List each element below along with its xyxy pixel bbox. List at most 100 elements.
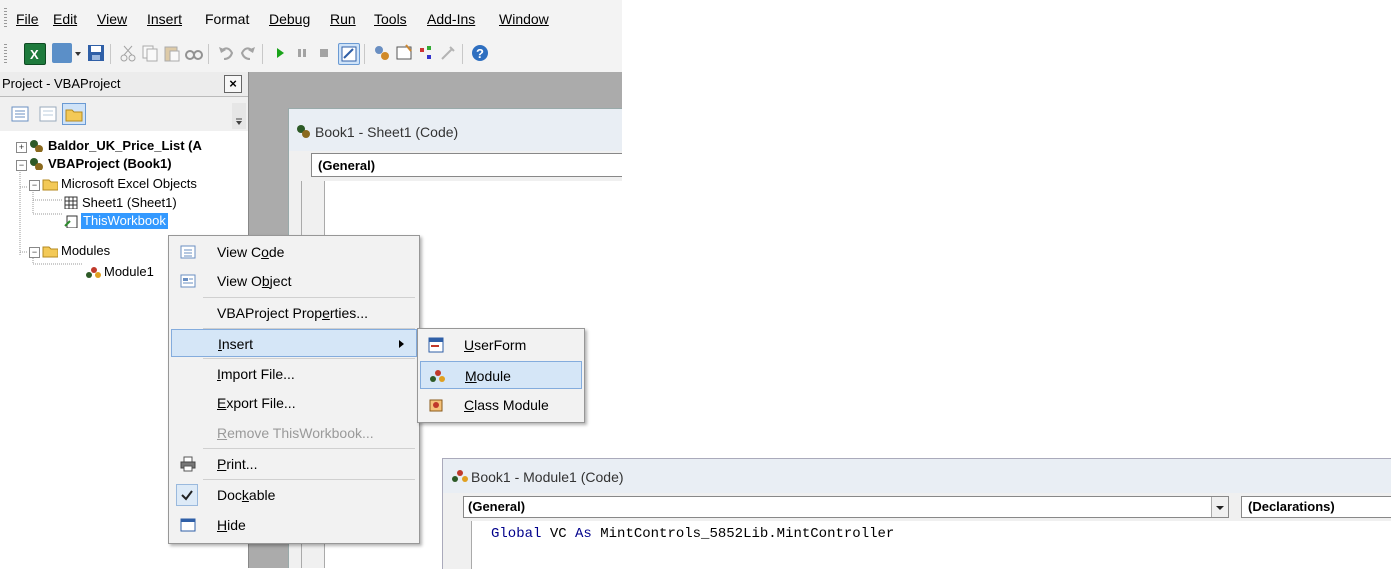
sheet1-code-titlebar: Book1 - Sheet1 (Code) — [289, 109, 622, 151]
menu-export-file[interactable]: Export File... — [171, 389, 417, 417]
paste-icon[interactable] — [162, 43, 182, 63]
properties-label: VBAProject Properties... — [217, 305, 368, 321]
menu-view-object[interactable]: View Object — [171, 267, 417, 295]
menu-import-file[interactable]: Import File... — [171, 360, 417, 388]
chevron-down-icon[interactable] — [1211, 497, 1228, 517]
procedure-combo[interactable]: (Declarations) — [1241, 496, 1391, 518]
class-module-label: Class Module — [464, 397, 549, 413]
menu-print[interactable]: Print... — [171, 450, 417, 478]
userform-label: UserForm — [464, 337, 527, 353]
insert-label: Insert — [218, 336, 254, 352]
import-label: Import File... — [217, 366, 295, 382]
collapse-icon[interactable]: − — [29, 180, 40, 191]
menu-hide[interactable]: Hide — [171, 511, 417, 539]
code-margin[interactable] — [451, 521, 472, 569]
check-icon — [176, 484, 198, 506]
submenu-class-module[interactable]: Class Module — [420, 391, 582, 419]
object-combo[interactable]: (General) — [463, 496, 1229, 518]
view-object-label: View Object — [217, 273, 292, 289]
toolbar-grip[interactable] — [4, 44, 7, 64]
pane-toolbar-overflow[interactable] — [232, 103, 246, 129]
project-pane-title: Project - VBAProject — [2, 76, 121, 91]
cut-icon[interactable] — [118, 43, 138, 63]
toolbar-separator — [110, 44, 111, 64]
code-line[interactable]: Global VC As MintControls_5852Lib.MintCo… — [491, 526, 894, 542]
submenu-module[interactable]: Module — [420, 361, 582, 389]
project-pane-titlebar: Project - VBAProject × — [0, 72, 248, 97]
menu-insert[interactable]: Insert — [171, 329, 417, 357]
tree-label-excel-objects: Microsoft Excel Objects — [61, 176, 197, 191]
redo-icon[interactable] — [238, 43, 258, 63]
toolbox-icon[interactable] — [438, 43, 458, 63]
code-window-icon — [297, 125, 310, 138]
menu-run[interactable]: Run — [328, 9, 358, 29]
expand-icon[interactable]: + — [16, 142, 27, 153]
menu-view-code[interactable]: View Code — [171, 238, 417, 266]
tree-label-module1: Module1 — [104, 264, 154, 279]
menu-insert[interactable]: Insert — [145, 9, 184, 29]
context-menu: View Code View Object VBAProject Propert… — [168, 235, 420, 544]
toolbar-separator — [262, 44, 263, 64]
menu-dockable[interactable]: Dockable — [171, 481, 417, 509]
printer-icon — [180, 456, 196, 472]
object-browser-icon[interactable] — [416, 43, 436, 63]
svg-text:X: X — [30, 47, 39, 62]
menu-vbaproject-properties[interactable]: VBAProject Properties... — [171, 299, 417, 327]
view-object-button[interactable] — [36, 103, 60, 125]
sheet1-code-title: Book1 - Sheet1 (Code) — [315, 124, 459, 140]
menu-view[interactable]: View — [95, 9, 129, 29]
vba-project-icon — [30, 140, 43, 152]
print-label: Print... — [217, 456, 258, 472]
help-icon[interactable]: ? — [470, 43, 490, 63]
module1-code-titlebar: Book1 - Module1 (Code) — [443, 459, 1391, 493]
menu-add-ins[interactable]: Add-Ins — [425, 9, 477, 29]
run-icon[interactable] — [270, 43, 290, 63]
find-icon[interactable] — [184, 43, 204, 63]
project-explorer-icon[interactable] — [372, 43, 392, 63]
remove-label: Remove ThisWorkbook... — [217, 425, 374, 441]
menu-edit[interactable]: Edit — [51, 9, 79, 29]
module-icon — [452, 470, 468, 482]
hide-label: Hide — [217, 517, 246, 533]
toolbar-separator — [462, 44, 463, 64]
module-icon — [430, 370, 445, 382]
submenu-userform[interactable]: UserForm — [420, 331, 582, 359]
pause-icon[interactable] — [292, 43, 312, 63]
menu-debug[interactable]: Debug — [267, 9, 312, 29]
menu-remove-thisworkbook[interactable]: Remove ThisWorkbook... — [171, 419, 417, 447]
stop-icon[interactable] — [314, 43, 334, 63]
insert-userform-icon[interactable] — [52, 43, 72, 63]
close-icon[interactable]: × — [224, 75, 242, 93]
menu-window[interactable]: Window — [497, 9, 551, 29]
chevron-down-icon[interactable] — [74, 43, 82, 63]
vba-project-icon — [30, 158, 43, 170]
menu-tools[interactable]: Tools — [372, 9, 409, 29]
properties-window-icon[interactable] — [394, 43, 414, 63]
submenu-arrow-icon — [399, 340, 404, 348]
userform-icon — [428, 337, 444, 353]
copy-icon[interactable] — [140, 43, 160, 63]
export-label: Export File... — [217, 395, 296, 411]
collapse-icon[interactable]: − — [16, 160, 27, 171]
code-editor[interactable]: Global VC As MintControls_5852Lib.MintCo… — [451, 521, 1391, 569]
view-code-button[interactable] — [8, 103, 32, 125]
view-code-label: View Code — [217, 244, 285, 260]
save-icon[interactable] — [86, 43, 106, 63]
toggle-folders-button[interactable] — [62, 103, 86, 125]
worksheet-icon — [64, 196, 78, 209]
menu-format[interactable]: Format — [203, 9, 251, 29]
folder-open-icon — [42, 246, 58, 258]
view-object-icon — [180, 274, 196, 288]
excel-view-icon[interactable]: X — [24, 43, 46, 65]
insert-submenu: UserForm Module Class Module — [417, 328, 585, 423]
design-mode-icon[interactable] — [338, 43, 360, 65]
menu-file[interactable]: File — [14, 9, 41, 29]
collapse-icon[interactable]: − — [29, 247, 40, 258]
workbook-icon — [64, 215, 78, 228]
standard-toolbar: X ? — [0, 36, 622, 72]
undo-icon[interactable] — [216, 43, 236, 63]
menu-separator — [203, 448, 415, 449]
project-pane-toolbar — [0, 97, 248, 131]
object-combo[interactable]: (General) — [311, 153, 622, 177]
menubar-grip[interactable] — [4, 8, 7, 28]
